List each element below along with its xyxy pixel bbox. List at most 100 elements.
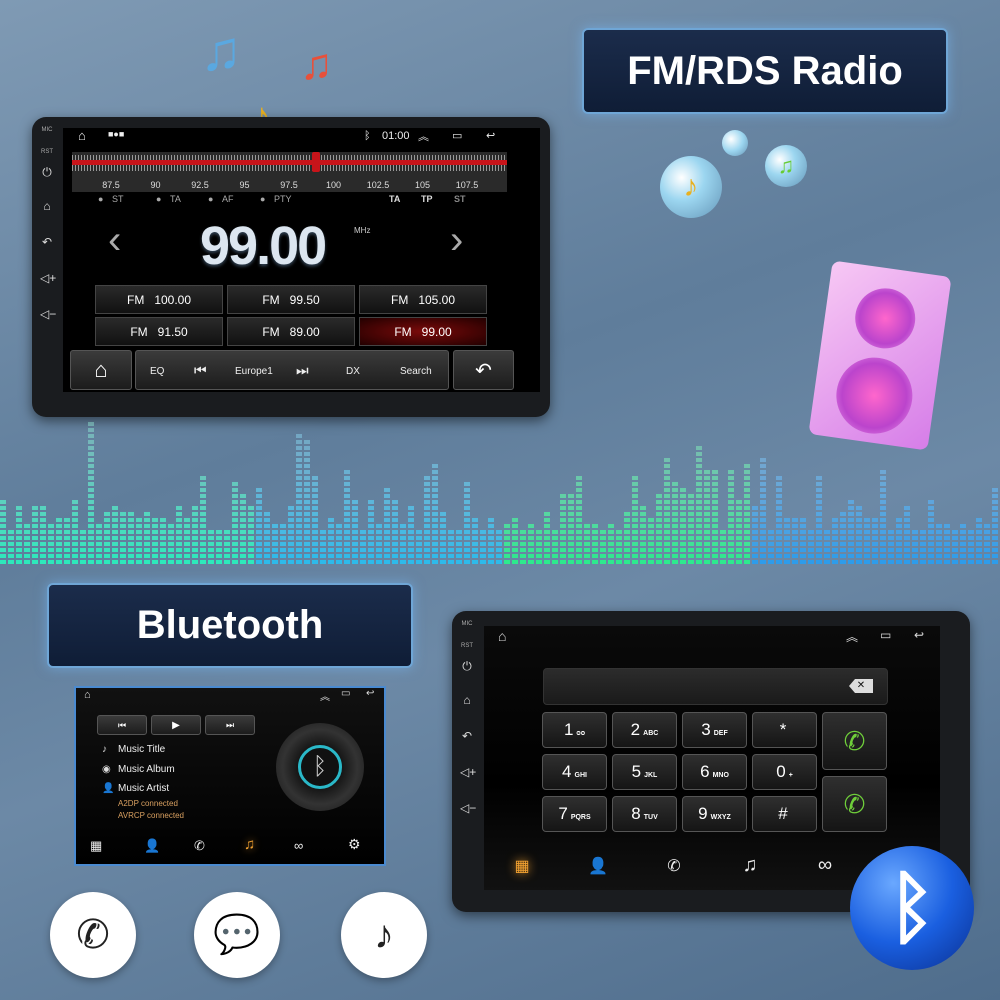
next-station-icon[interactable]: › bbox=[450, 218, 463, 263]
power-icon[interactable]: ⏻ bbox=[460, 659, 474, 674]
equalizer-bar-segment bbox=[304, 524, 310, 528]
tuner-slider-handle[interactable] bbox=[311, 152, 320, 172]
dialpad-icon[interactable]: ▦ bbox=[514, 856, 529, 876]
dial-key[interactable]: 0 + bbox=[752, 754, 817, 790]
equalizer-bar-segment bbox=[328, 518, 334, 522]
equalizer-bar-segment bbox=[656, 518, 662, 522]
settings-icon[interactable]: ⚙ bbox=[348, 836, 361, 853]
seek-back-icon[interactable]: ⏮ bbox=[194, 362, 207, 379]
expand-icon[interactable]: ︽ bbox=[418, 128, 429, 144]
home-icon[interactable]: ⌂ bbox=[84, 689, 91, 701]
play-button[interactable]: ▶ bbox=[151, 715, 201, 735]
key-digit: 0 bbox=[776, 762, 786, 781]
prev-station-icon[interactable]: ‹ bbox=[108, 218, 121, 263]
equalizer-bar-segment bbox=[280, 560, 286, 564]
music-icon[interactable]: ♫ bbox=[244, 836, 255, 853]
return-button[interactable]: ↶ bbox=[453, 350, 514, 390]
preset-button[interactable]: FM 99.00 bbox=[359, 317, 487, 346]
preset-button[interactable]: FM 91.50 bbox=[95, 317, 223, 346]
volume-down-icon[interactable]: ◁− bbox=[460, 801, 476, 815]
equalizer-bar-segment bbox=[104, 548, 110, 552]
dial-key[interactable]: 2 ABC bbox=[612, 712, 677, 748]
equalizer-bar-segment bbox=[624, 536, 630, 540]
recent-apps-icon[interactable]: ▭ bbox=[341, 688, 350, 699]
call-button[interactable]: ✆ bbox=[822, 712, 887, 770]
equalizer-bar-segment bbox=[984, 548, 990, 552]
dial-key[interactable]: 6 MNO bbox=[682, 754, 747, 790]
call-log-icon[interactable]: ✆ bbox=[194, 838, 205, 854]
equalizer-bar-segment bbox=[928, 518, 934, 522]
next-track-button[interactable]: ⏭ bbox=[205, 715, 255, 735]
link-icon[interactable]: ∞ bbox=[818, 854, 832, 877]
home-icon[interactable]: ⌂ bbox=[40, 199, 54, 213]
dial-key[interactable]: 7 PQRS bbox=[542, 796, 607, 832]
equalizer-bar-segment bbox=[344, 530, 350, 534]
seek-forward-icon[interactable]: ⏭ bbox=[296, 362, 309, 379]
expand-icon[interactable]: ︽ bbox=[320, 688, 330, 703]
recent-apps-icon[interactable]: ▭ bbox=[880, 628, 891, 642]
link-icon[interactable]: ∞ bbox=[294, 838, 303, 853]
home-icon[interactable]: ⌂ bbox=[498, 628, 506, 644]
equalizer-bar-segment bbox=[976, 560, 982, 564]
dial-key[interactable]: 1 ᴑᴑ bbox=[542, 712, 607, 748]
preset-button[interactable]: FM 99.50 bbox=[227, 285, 355, 314]
home-icon[interactable]: ⌂ bbox=[460, 693, 474, 707]
dial-key[interactable]: * bbox=[752, 712, 817, 748]
backspace-icon[interactable]: ✕ bbox=[849, 679, 873, 693]
back-icon[interactable]: ↶ bbox=[40, 235, 54, 249]
call-log-icon[interactable]: ✆ bbox=[667, 856, 680, 876]
dial-key[interactable]: 9 WXYZ bbox=[682, 796, 747, 832]
home-button[interactable]: ⌂ bbox=[70, 350, 132, 390]
preset-button[interactable]: FM 100.00 bbox=[95, 285, 223, 314]
volume-down-icon[interactable]: ◁− bbox=[40, 307, 56, 321]
back-icon[interactable]: ↩ bbox=[486, 129, 495, 142]
contacts-icon[interactable]: 👤 bbox=[588, 856, 608, 876]
back-icon[interactable]: ↩ bbox=[914, 628, 924, 642]
equalizer-bar-segment bbox=[632, 548, 638, 552]
equalizer-bar-segment bbox=[0, 506, 6, 510]
eq-button[interactable]: EQ bbox=[150, 366, 164, 377]
expand-icon[interactable]: ︽ bbox=[846, 628, 858, 645]
preset-button[interactable]: FM 105.00 bbox=[359, 285, 487, 314]
dial-key[interactable]: # bbox=[752, 796, 817, 832]
dial-key[interactable]: 3 DEF bbox=[682, 712, 747, 748]
power-icon[interactable]: ⏻ bbox=[40, 165, 54, 180]
equalizer-bar-segment bbox=[696, 500, 702, 504]
home-icon[interactable]: ⌂ bbox=[78, 128, 86, 143]
dialpad-icon[interactable]: ▦ bbox=[90, 838, 102, 854]
dx-button[interactable]: DX bbox=[346, 366, 360, 377]
back-icon[interactable]: ↶ bbox=[460, 729, 474, 743]
search-button[interactable]: Search bbox=[400, 366, 432, 377]
redial-button[interactable]: ✆ bbox=[822, 776, 887, 832]
equalizer-bar-segment bbox=[304, 500, 310, 504]
equalizer-bar-segment bbox=[32, 530, 38, 534]
equalizer-bar-segment bbox=[800, 536, 806, 540]
dial-key[interactable]: 4 GHI bbox=[542, 754, 607, 790]
equalizer-bar-segment bbox=[88, 512, 94, 516]
equalizer-bar-segment bbox=[840, 554, 846, 558]
equalizer-bar-segment bbox=[784, 548, 790, 552]
equalizer-bar-segment bbox=[712, 530, 718, 534]
recent-apps-icon[interactable]: ▭ bbox=[452, 129, 462, 142]
equalizer-bar-segment bbox=[752, 518, 758, 522]
volume-up-icon[interactable]: ◁+ bbox=[40, 271, 56, 285]
volume-up-icon[interactable]: ◁+ bbox=[460, 765, 476, 779]
equalizer-bar-segment bbox=[488, 524, 494, 528]
equalizer-bar-segment bbox=[512, 548, 518, 552]
dial-key[interactable]: 5 JKL bbox=[612, 754, 677, 790]
preset-button[interactable]: FM 89.00 bbox=[227, 317, 355, 346]
equalizer-bar-segment bbox=[760, 530, 766, 534]
equalizer-bar-segment bbox=[704, 554, 710, 558]
band-tick-label: 102.5 bbox=[366, 180, 390, 190]
equalizer-bar-segment bbox=[496, 548, 502, 552]
contacts-icon[interactable]: 👤 bbox=[144, 838, 160, 854]
equalizer-bar-segment bbox=[352, 548, 358, 552]
equalizer-bar-segment bbox=[264, 530, 270, 534]
music-icon[interactable]: ♫ bbox=[743, 854, 758, 877]
number-input[interactable]: ✕ bbox=[543, 668, 888, 705]
previous-track-button[interactable]: ⏮ bbox=[97, 715, 147, 735]
dial-key[interactable]: 8 TUV bbox=[612, 796, 677, 832]
back-icon[interactable]: ↩ bbox=[366, 688, 374, 699]
equalizer-bar-segment bbox=[616, 560, 622, 564]
equalizer-bar-segment bbox=[632, 518, 638, 522]
